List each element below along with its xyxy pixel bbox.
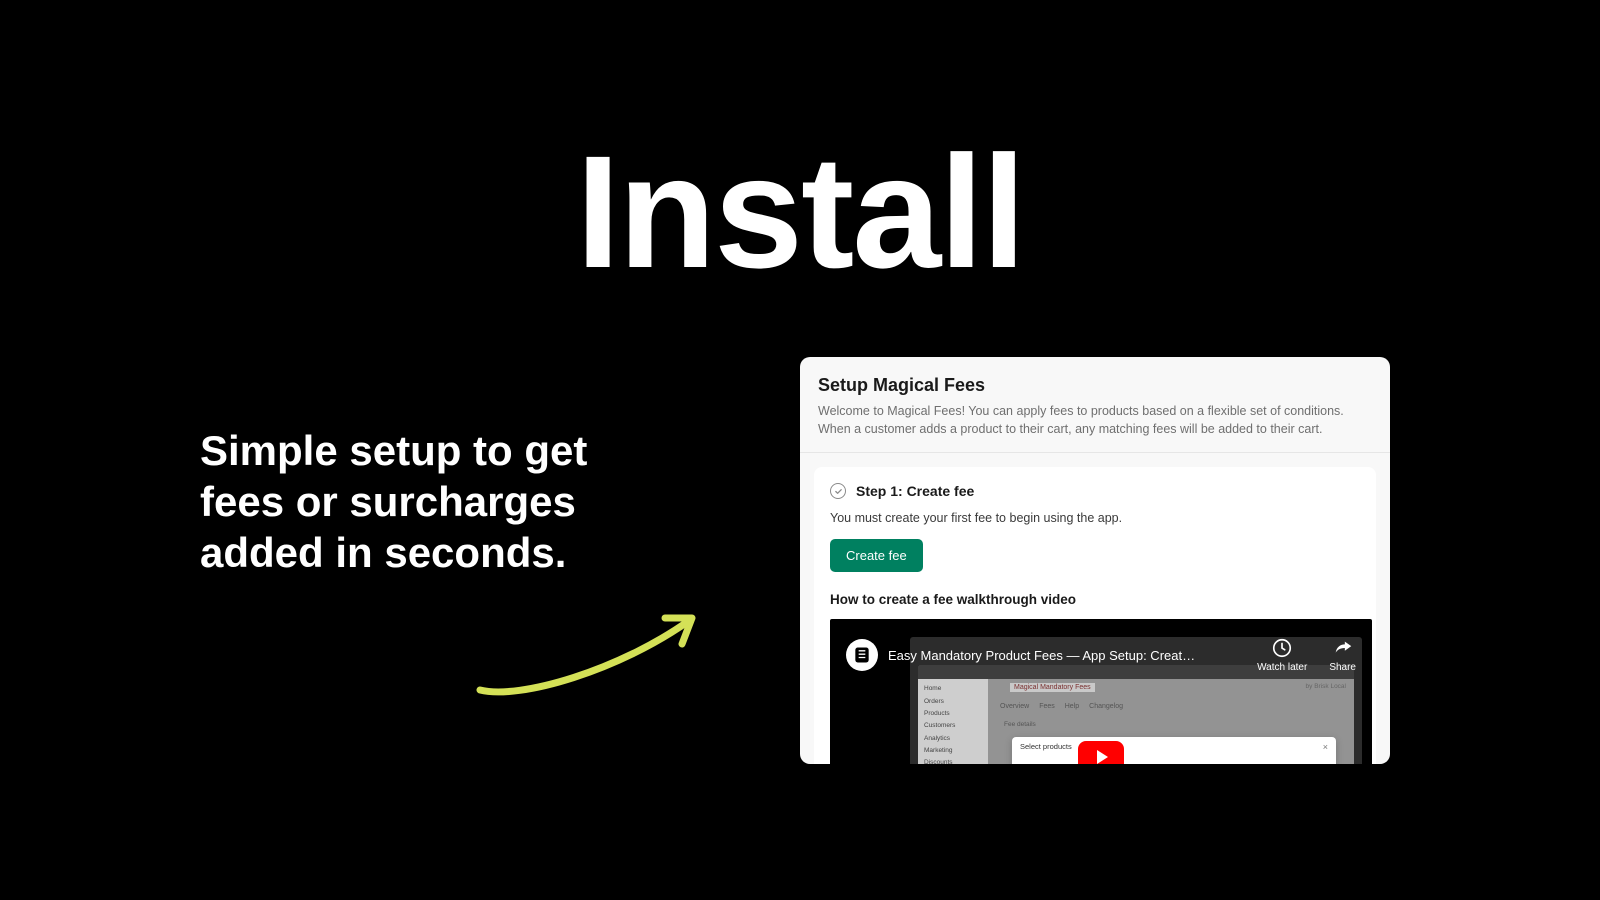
tab-changelog: Changelog xyxy=(1089,703,1123,710)
nav-products: Products xyxy=(924,708,982,720)
clock-icon xyxy=(1271,637,1293,659)
watch-later-button[interactable]: Watch later xyxy=(1257,637,1307,673)
play-icon[interactable] xyxy=(1078,741,1124,764)
page-heading: Install xyxy=(0,120,1600,304)
nav-customers: Customers xyxy=(924,720,982,732)
close-icon: × xyxy=(1323,742,1328,752)
setup-card: Setup Magical Fees Welcome to Magical Fe… xyxy=(800,357,1390,764)
share-label: Share xyxy=(1329,662,1356,673)
create-fee-button[interactable]: Create fee xyxy=(830,539,923,572)
modal-title: Select products xyxy=(1020,742,1072,751)
watch-later-label: Watch later xyxy=(1257,662,1307,673)
video-select-products-modal: Select products × xyxy=(1012,737,1336,764)
walkthrough-video[interactable]: Home Orders Products Customers Analytics… xyxy=(830,619,1372,764)
tab-overview: Overview xyxy=(1000,703,1029,710)
step-description: You must create your first fee to begin … xyxy=(830,511,1360,525)
nav-home: Home xyxy=(924,683,982,695)
share-icon xyxy=(1332,637,1354,659)
video-fee-details-label: Fee details xyxy=(1004,721,1036,728)
arrow-icon xyxy=(460,590,730,710)
video-admin-tabs: Overview Fees Help Changelog xyxy=(1000,703,1123,710)
video-admin-byline: by Brisk Local xyxy=(1306,683,1346,690)
setup-card-title: Setup Magical Fees xyxy=(818,375,1372,396)
setup-card-header: Setup Magical Fees Welcome to Magical Fe… xyxy=(800,357,1390,453)
nav-marketing: Marketing xyxy=(924,745,982,757)
share-button[interactable]: Share xyxy=(1329,637,1356,673)
video-admin-app-title: Magical Mandatory Fees xyxy=(1010,683,1095,692)
setup-card-description: Welcome to Magical Fees! You can apply f… xyxy=(818,402,1372,438)
channel-avatar-icon xyxy=(846,639,878,671)
nav-analytics: Analytics xyxy=(924,733,982,745)
step-row: Step 1: Create fee xyxy=(830,483,1360,499)
setup-card-body: Step 1: Create fee You must create your … xyxy=(814,467,1376,764)
step-title: Step 1: Create fee xyxy=(856,483,974,499)
tab-help: Help xyxy=(1065,703,1079,710)
video-admin-sidebar: Home Orders Products Customers Analytics… xyxy=(918,679,988,764)
walkthrough-title: How to create a fee walkthrough video xyxy=(830,592,1360,607)
nav-orders: Orders xyxy=(924,696,982,708)
check-circle-icon xyxy=(830,483,846,499)
tab-fees: Fees xyxy=(1039,703,1055,710)
video-overlay-header: Easy Mandatory Product Fees — App Setup:… xyxy=(846,637,1356,673)
nav-discounts: Discounts xyxy=(924,757,982,764)
marketing-subtext: Simple setup to get fees or surcharges a… xyxy=(200,425,620,579)
video-title: Easy Mandatory Product Fees — App Setup:… xyxy=(888,648,1247,663)
